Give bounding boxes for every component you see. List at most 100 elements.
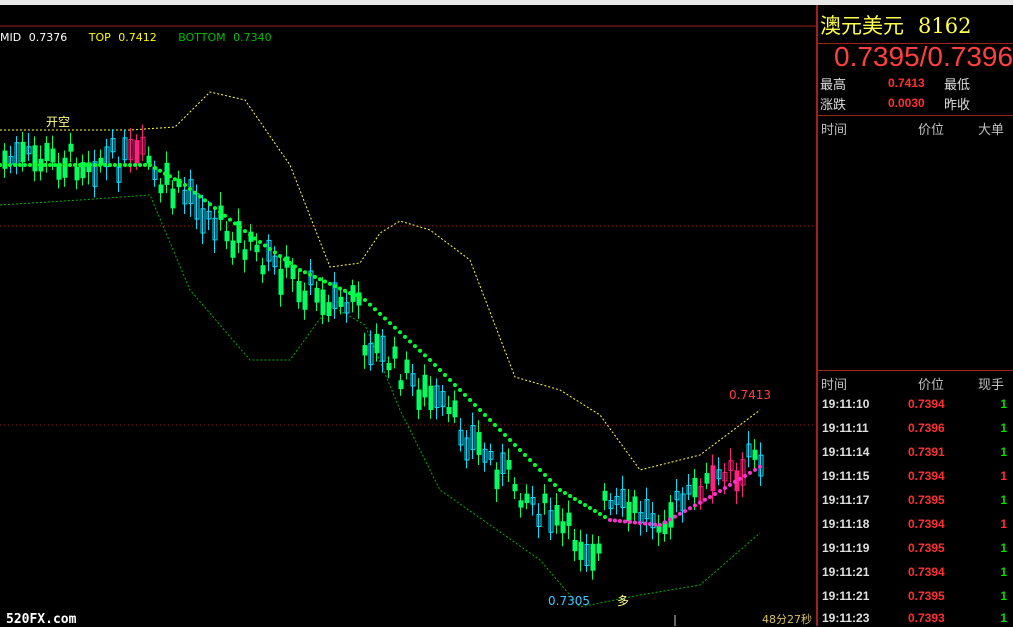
- trades-header-big: 大单: [978, 123, 1005, 138]
- bollinger-indicator-bar: MID 0.7376 TOP 0.7412 BOTTOM 0.7340: [0, 31, 276, 44]
- bollinger-mid-dot: [448, 378, 452, 382]
- bollinger-mid-dot: [298, 268, 302, 272]
- tick-price: 0.7394: [908, 469, 945, 483]
- site-watermark: 520FX.com: [6, 612, 77, 627]
- candle-body: [320, 289, 326, 316]
- tick-price: 0.7391: [908, 445, 945, 459]
- bollinger-mid-dot: [293, 264, 297, 269]
- tick-time: 19:11:21: [822, 589, 870, 603]
- change-label: 涨跌: [820, 98, 847, 113]
- bollinger-mid-dot: [283, 257, 287, 262]
- bollinger-mid-dot: [508, 438, 512, 442]
- bollinger-mid-dot: [493, 423, 497, 427]
- candle-body: [506, 459, 512, 470]
- tick-time: 19:11:10: [822, 397, 870, 411]
- candle-body: [416, 389, 422, 410]
- bollinger-mid-dot: [163, 171, 167, 176]
- bollinger-mid-dot: [683, 509, 687, 513]
- tick-time: 19:11:23: [822, 611, 870, 625]
- tick-time: 19:11:21: [822, 565, 870, 579]
- candle-body: [512, 484, 518, 492]
- tick-row: 19:11:21 0.7394 1: [818, 561, 1013, 585]
- candle-body: [476, 432, 482, 455]
- bollinger-mid-dot: [548, 478, 552, 482]
- bollinger-mid-dot: [653, 522, 657, 527]
- candle-body: [260, 265, 266, 275]
- candle-body: [146, 155, 152, 164]
- bollinger-mid-dot: [678, 511, 682, 516]
- instrument-name: 澳元美元: [820, 14, 904, 38]
- candle-body: [254, 244, 260, 253]
- candle-body: [386, 362, 392, 371]
- bollinger-mid-dot: [588, 506, 592, 510]
- bollinger-mid-dot: [368, 302, 372, 307]
- bollinger-mid-dot: [268, 247, 272, 251]
- bollinger-mid-dot: [313, 274, 317, 279]
- bollinger-mid-dot: [303, 270, 307, 275]
- tick-time: 19:11:15: [822, 469, 870, 483]
- bollinger-mid-dot: [333, 284, 337, 289]
- bollinger-mid-dot: [258, 240, 262, 244]
- candle-body: [446, 407, 452, 415]
- bollinger-mid-dot: [228, 217, 232, 222]
- low-price-label: 0.7305: [548, 594, 590, 608]
- bollinger-mid-dot: [513, 443, 517, 447]
- ticks-header-volume: 现手: [978, 378, 1005, 393]
- candle-body: [404, 359, 410, 374]
- bollinger-top-line: [0, 91, 761, 471]
- bollinger-mid-dot: [423, 353, 427, 358]
- candle-body: [134, 140, 140, 164]
- bollinger-mid-dot: [73, 163, 77, 167]
- bollinger-mid-dot: [583, 503, 587, 507]
- bollinger-mid-dot: [48, 163, 52, 167]
- bollinger-mid-dot: [713, 491, 717, 496]
- bollinger-mid-dot: [533, 463, 537, 467]
- bollinger-mid-dot: [708, 495, 712, 499]
- candle-body: [560, 521, 566, 534]
- bollinger-mid-dot: [88, 163, 92, 167]
- bollinger-mid-dot: [468, 398, 472, 402]
- bollinger-mid-dot: [758, 464, 762, 469]
- tick-price: 0.7395: [908, 493, 945, 507]
- bollinger-mid-dot: [498, 428, 502, 432]
- candlestick-chart[interactable]: 开空 0.7413 0.7305 多 MID 0.7376 TOP 0.7412 BO…: [0, 5, 816, 627]
- bollinger-mid-dot: [473, 403, 477, 407]
- bollinger-mid-dot: [288, 261, 292, 265]
- candle-body: [158, 184, 164, 194]
- tick-row: 19:11:15 0.7394 1: [818, 465, 1013, 489]
- candle-body: [596, 543, 602, 554]
- candle-body: [242, 249, 248, 260]
- bollinger-mid-dot: [658, 523, 662, 527]
- tick-price: 0.7394: [908, 397, 945, 411]
- bollinger-mid-dot: [458, 388, 462, 392]
- bollinger-mid-dot: [198, 194, 202, 199]
- change-value: 0.0030: [888, 96, 925, 110]
- bollinger-mid-dot: [608, 518, 612, 522]
- tick-volume: 1: [1000, 611, 1007, 625]
- candle-body: [428, 385, 434, 411]
- bollinger-mid-dot: [703, 497, 707, 502]
- bollinger-mid-dot: [378, 311, 382, 316]
- bollinger-mid-dot: [603, 515, 607, 519]
- bollinger-mid-dot: [688, 506, 692, 511]
- tick-price: 0.7395: [908, 589, 945, 603]
- tick-price: 0.7393: [908, 611, 945, 625]
- candle-body: [302, 290, 308, 310]
- bollinger-mid-dot: [173, 177, 177, 182]
- bollinger-mid-dot: [753, 467, 757, 472]
- bollinger-mid-dot: [213, 206, 217, 211]
- ticks-header-price: 价位: [918, 378, 945, 393]
- bollinger-mid-dot: [38, 163, 42, 167]
- high-value: 0.7413: [888, 76, 925, 90]
- bollinger-mid-dot: [403, 334, 407, 339]
- bollinger-mid-dot: [0, 163, 2, 167]
- candle-body: [626, 501, 632, 522]
- bollinger-mid-dot: [523, 453, 527, 457]
- bollinger-mid-dot: [693, 503, 697, 508]
- bollinger-mid-dot: [538, 468, 542, 472]
- candle-body: [170, 188, 176, 209]
- candle-body: [32, 145, 38, 172]
- candle-body: [50, 148, 56, 163]
- bollinger-mid-dot: [133, 163, 137, 167]
- candle-body: [20, 141, 26, 163]
